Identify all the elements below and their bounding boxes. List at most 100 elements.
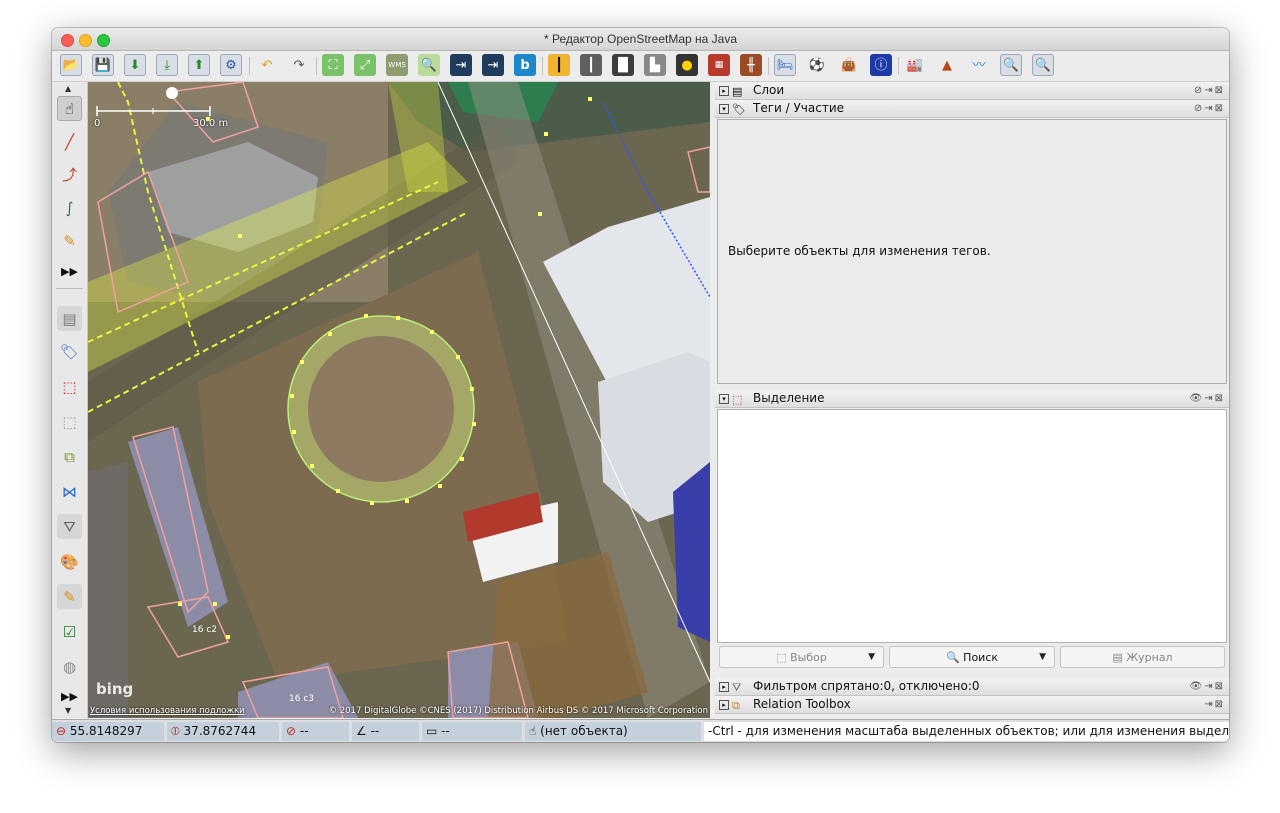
search-dropdown-arrow[interactable]: ▼ (1039, 652, 1046, 662)
download-icon[interactable]: ⬇ (124, 54, 146, 76)
river-icon[interactable]: 〰 (968, 54, 990, 76)
tags-panel-header[interactable]: ▾ 🏷 Теги / Участие ⊘⇥⊠ (715, 100, 1229, 118)
road-preset-2-icon[interactable]: ⇥ (482, 54, 504, 76)
relation-toolbox-header[interactable]: ▸ ⧉ Relation Toolbox ⇥⊠ (715, 696, 1229, 714)
selection-toggle-icon[interactable]: ⬚ (57, 374, 82, 399)
industrial-icon[interactable]: 🏭 (904, 54, 926, 76)
geo-icon[interactable]: ◍ (57, 654, 82, 679)
upload-icon[interactable]: ⬆ (188, 54, 210, 76)
search-icon: 🔍 (945, 650, 964, 664)
collapse-icon[interactable]: ▾ (719, 394, 729, 404)
zoom-to-data-icon[interactable]: ⛶ (322, 54, 344, 76)
lane-2-icon[interactable]: ┃ (580, 54, 602, 76)
checklist-icon[interactable]: ☑ (57, 619, 82, 644)
history-icon: ▤ (1112, 650, 1127, 664)
redo-icon[interactable]: ↷ (288, 54, 310, 76)
download-area-icon[interactable]: ⤓ (156, 54, 178, 76)
undo-icon[interactable]: ↶ (256, 54, 278, 76)
select-dropdown-arrow[interactable]: ▼ (868, 652, 875, 662)
wms-icon[interactable]: WMS (386, 54, 408, 76)
draw-curve-icon[interactable]: ∫ (57, 195, 82, 220)
panel-window-buttons[interactable]: 👁⇥⊠ (1190, 678, 1225, 695)
barrier-icon[interactable]: ▐▌ (612, 54, 634, 76)
lane-icon[interactable]: ┃ (548, 54, 570, 76)
save-icon[interactable]: 💾 (92, 54, 114, 76)
josm-window: * Редактор OpenStreetMap на Java 📂 💾 ⬇ ⤓… (52, 28, 1229, 742)
commands-toggle-icon[interactable]: ⬚ (57, 409, 82, 434)
conflicts-toggle-icon[interactable]: ⧉ (57, 444, 82, 469)
wall-icon[interactable]: ▦ (708, 54, 730, 76)
road-preset-icon[interactable]: ⇥ (450, 54, 472, 76)
tags-empty-message: Выберите объекты для изменения тегов. (728, 244, 991, 258)
relation-toolbox-title: Relation Toolbox (753, 697, 851, 711)
filter-panel-header[interactable]: ▸ ⛛ Фильтром спрятано:0, отключено:0 👁⇥⊠ (715, 678, 1229, 696)
heading-icon: ⊘ (286, 724, 297, 738)
filter-toggle-icon[interactable]: ⛛ (57, 514, 82, 539)
filter-icon: ⛛ (732, 681, 742, 694)
preferences-icon[interactable]: ⚙ (220, 54, 242, 76)
zoom-slider-handle[interactable] (166, 87, 178, 99)
longitude-field: ⦶ 37.8762744 (167, 722, 279, 741)
selection-list[interactable] (717, 409, 1227, 643)
railway-icon[interactable]: ╫ (740, 54, 762, 76)
map-view[interactable]: 0 30.0 m 16 с2 16 с3 bing Условия исполь… (88, 82, 710, 718)
panel-window-buttons[interactable]: 👁⇥⊠ (1190, 390, 1225, 407)
traffic-light-icon[interactable]: ● (676, 54, 698, 76)
football-icon[interactable]: ⚽ (806, 54, 828, 76)
validation-toggle-icon[interactable]: ⋈ (57, 479, 82, 504)
accommodation-icon[interactable]: 🛏 (774, 54, 796, 76)
zoom-selection-icon[interactable]: ⤢ (354, 54, 376, 76)
tags-toggle-icon[interactable]: 🏷 (57, 339, 82, 364)
close-window-button[interactable] (61, 34, 74, 47)
search-doc-2-icon[interactable]: 🔍 (1032, 54, 1054, 76)
panel-window-buttons[interactable]: ⊘⇥⊠ (1194, 100, 1225, 117)
search-button[interactable]: 🔍 Поиск ▼ (889, 646, 1055, 668)
panel-window-buttons[interactable]: ⊘⇥⊠ (1194, 82, 1225, 99)
window-title: * Редактор OpenStreetMap на Java (543, 32, 738, 46)
expand-icon[interactable]: ▸ (719, 700, 729, 710)
panel-window-buttons[interactable]: ⇥⊠ (1204, 696, 1225, 713)
expand-icon[interactable]: ▸ (719, 86, 729, 96)
layers-icon: ▤ (732, 85, 743, 98)
latitude-value: 55.8148297 (69, 724, 143, 738)
select-button[interactable]: ⬚ Выбор ▼ (719, 646, 884, 668)
angle-value: -- (370, 724, 380, 738)
pencil-icon[interactable]: ✎ (57, 228, 82, 253)
scale-label: 30.0 m (193, 118, 229, 129)
draw-tool-icon[interactable]: ╱ (57, 129, 82, 154)
scroll-down-icon[interactable]: ▼ (65, 706, 71, 715)
collapse-icon[interactable]: ▾ (719, 104, 729, 114)
maximize-window-button[interactable] (97, 34, 110, 47)
longitude-icon: ⦶ (171, 724, 180, 738)
more-tools-icon[interactable]: ▶▶ (57, 259, 82, 284)
layers-toggle-icon[interactable]: ▤ (57, 306, 82, 331)
search-doc-icon[interactable]: 🔍 (1000, 54, 1022, 76)
latitude-field: ⊖ 55.8148297 (52, 722, 164, 741)
zoom-icon[interactable]: 🔍 (418, 54, 440, 76)
angle-field: ∠ -- (352, 722, 419, 741)
layers-panel-header[interactable]: ▸ ▤ Слои ⊘⇥⊠ (715, 82, 1229, 100)
object-field: ☝ (нет объекта) (525, 722, 701, 741)
open-file-icon[interactable]: 📂 (60, 54, 82, 76)
heading-field: ⊘ -- (282, 722, 349, 741)
minimize-window-button[interactable] (79, 34, 92, 47)
scroll-up-icon[interactable]: ▲ (65, 84, 71, 93)
selection-panel-header[interactable]: ▾ ⬚ Выделение 👁⇥⊠ (715, 390, 1229, 408)
shop-icon[interactable]: 👜 (838, 54, 860, 76)
expand-icon[interactable]: ▸ (719, 682, 729, 692)
information-icon[interactable]: ⓘ (870, 54, 892, 76)
imagery-terms-link[interactable]: Условия использования подложки (90, 706, 245, 716)
improve-way-icon[interactable]: ⤴ (57, 162, 82, 187)
bing-icon[interactable]: b (514, 54, 536, 76)
select-tool-icon[interactable]: ☝ (57, 96, 82, 121)
imagery-attribution: © 2017 DigitalGlobe ©CNES (2017) Distrib… (328, 706, 708, 716)
history-button[interactable]: ▤ Журнал (1060, 646, 1225, 668)
tool-separator (56, 288, 83, 289)
building-label: 16 с3 (289, 694, 314, 704)
main-toolbar: 📂 💾 ⬇ ⤓ ⬆ ⚙ ↶ ↷ ⛶ ⤢ WMS 🔍 ⇥ ⇥ b ┃ ┃ ▐▌ ▙… (52, 51, 1229, 82)
building-icon[interactable]: ▙ (644, 54, 666, 76)
tags-panel-body: Выберите объекты для изменения тегов. (717, 119, 1227, 384)
peak-icon[interactable]: ▲ (936, 54, 958, 76)
notes-toggle-icon[interactable]: ✎ (57, 584, 82, 609)
style-toggle-icon[interactable]: 🎨 (57, 549, 82, 574)
